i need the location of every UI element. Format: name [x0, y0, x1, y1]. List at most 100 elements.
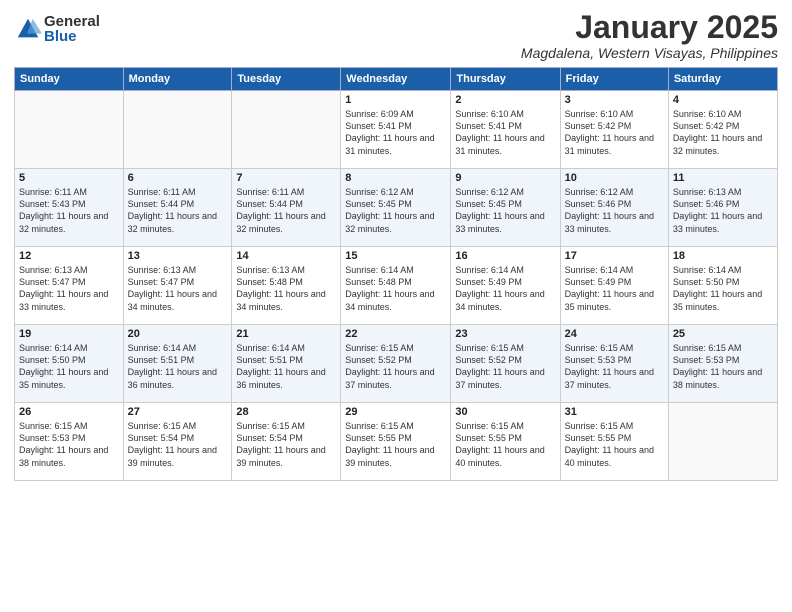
day-info: Sunrise: 6:13 AMSunset: 5:48 PMDaylight:… [236, 264, 336, 313]
day-number: 13 [128, 250, 228, 262]
day-number: 11 [673, 172, 773, 184]
calendar-cell: 15Sunrise: 6:14 AMSunset: 5:48 PMDayligh… [341, 247, 451, 325]
calendar-cell: 29 Sunrise: 6:15 AMSunset: 5:55 PMDayligh… [341, 403, 451, 481]
day-info: Sunrise: 6:14 AMSunset: 5:50 PMDaylight:… [673, 264, 773, 313]
calendar-cell: 31Sunrise: 6:15 AMSunset: 5:55 PMDayligh… [560, 403, 668, 481]
day-info: Sunrise: 6:10 AMSunset: 5:42 PMDaylight:… [673, 108, 773, 157]
calendar-cell: 18 Sunrise: 6:14 AMSunset: 5:50 PMDayligh… [668, 247, 777, 325]
calendar-cell: 16 Sunrise: 6:14 AMSunset: 5:49 PMDayligh… [451, 247, 560, 325]
weekday-header: Saturday [668, 68, 777, 91]
day-info: Sunrise: 6:15 AMSunset: 5:54 PMDaylight:… [236, 420, 336, 469]
day-number: 6 [128, 172, 228, 184]
day-number: 22 [345, 328, 446, 340]
weekday-header: Wednesday [341, 68, 451, 91]
month-title: January 2025 [521, 10, 778, 45]
calendar-cell: 22Sunrise: 6:15 AMSunset: 5:52 PMDayligh… [341, 325, 451, 403]
day-number: 14 [236, 250, 336, 262]
logo-blue: Blue [44, 29, 100, 44]
day-number: 15 [345, 250, 446, 262]
calendar-cell [668, 403, 777, 481]
weekday-header: Monday [123, 68, 232, 91]
day-info: Sunrise: 6:14 AMSunset: 5:51 PMDaylight:… [236, 342, 336, 391]
calendar: SundayMondayTuesdayWednesdayThursdayFrid… [14, 67, 778, 481]
location: Magdalena, Western Visayas, Philippines [521, 45, 778, 61]
calendar-cell [15, 91, 124, 169]
calendar-cell: 21 Sunrise: 6:14 AMSunset: 5:51 PMDayligh… [232, 325, 341, 403]
calendar-cell: 27 Sunrise: 6:15 AMSunset: 5:54 PMDayligh… [123, 403, 232, 481]
day-info: Sunrise: 6:12 AMSunset: 5:46 PMDaylight:… [565, 186, 664, 235]
calendar-cell: 4 Sunrise: 6:10 AMSunset: 5:42 PMDaylight… [668, 91, 777, 169]
day-info: Sunrise: 6:14 AMSunset: 5:49 PMDaylight:… [455, 264, 555, 313]
header: General Blue January 2025 Magdalena, Wes… [14, 10, 778, 61]
calendar-cell: 26 Sunrise: 6:15 AMSunset: 5:53 PMDayligh… [15, 403, 124, 481]
day-number: 28 [236, 406, 336, 418]
day-info: Sunrise: 6:15 AMSunset: 5:52 PMDaylight:… [455, 342, 555, 391]
calendar-cell: 14 Sunrise: 6:13 AMSunset: 5:48 PMDayligh… [232, 247, 341, 325]
day-info: Sunrise: 6:15 AMSunset: 5:55 PMDaylight:… [345, 420, 446, 469]
calendar-cell: 19Sunrise: 6:14 AMSunset: 5:50 PMDayligh… [15, 325, 124, 403]
calendar-week-row: 26 Sunrise: 6:15 AMSunset: 5:53 PMDayligh… [15, 403, 778, 481]
calendar-cell: 10 Sunrise: 6:12 AMSunset: 5:46 PMDayligh… [560, 169, 668, 247]
calendar-cell: 6 Sunrise: 6:11 AMSunset: 5:44 PMDaylight… [123, 169, 232, 247]
calendar-cell: 13 Sunrise: 6:13 AMSunset: 5:47 PMDayligh… [123, 247, 232, 325]
calendar-cell: 1Sunrise: 6:09 AMSunset: 5:41 PMDaylight… [341, 91, 451, 169]
calendar-cell: 24 Sunrise: 6:15 AMSunset: 5:53 PMDayligh… [560, 325, 668, 403]
day-number: 17 [565, 250, 664, 262]
day-number: 26 [19, 406, 119, 418]
day-number: 18 [673, 250, 773, 262]
day-number: 4 [673, 94, 773, 106]
logo-general: General [44, 14, 100, 29]
calendar-cell: 7Sunrise: 6:11 AMSunset: 5:44 PMDaylight… [232, 169, 341, 247]
day-number: 19 [19, 328, 119, 340]
calendar-cell: 3Sunrise: 6:10 AMSunset: 5:42 PMDaylight… [560, 91, 668, 169]
day-info: Sunrise: 6:14 AMSunset: 5:51 PMDaylight:… [128, 342, 228, 391]
day-number: 7 [236, 172, 336, 184]
calendar-week-row: 19Sunrise: 6:14 AMSunset: 5:50 PMDayligh… [15, 325, 778, 403]
day-info: Sunrise: 6:14 AMSunset: 5:49 PMDaylight:… [565, 264, 664, 313]
day-info: Sunrise: 6:13 AMSunset: 5:47 PMDaylight:… [128, 264, 228, 313]
day-number: 2 [455, 94, 555, 106]
day-number: 20 [128, 328, 228, 340]
day-number: 5 [19, 172, 119, 184]
day-number: 31 [565, 406, 664, 418]
day-info: Sunrise: 6:13 AMSunset: 5:46 PMDaylight:… [673, 186, 773, 235]
day-number: 24 [565, 328, 664, 340]
day-number: 21 [236, 328, 336, 340]
day-info: Sunrise: 6:09 AMSunset: 5:41 PMDaylight:… [345, 108, 446, 157]
day-number: 12 [19, 250, 119, 262]
calendar-cell [232, 91, 341, 169]
day-number: 16 [455, 250, 555, 262]
calendar-cell: 23Sunrise: 6:15 AMSunset: 5:52 PMDayligh… [451, 325, 560, 403]
calendar-cell: 20 Sunrise: 6:14 AMSunset: 5:51 PMDayligh… [123, 325, 232, 403]
day-number: 29 [345, 406, 446, 418]
day-number: 25 [673, 328, 773, 340]
day-number: 3 [565, 94, 664, 106]
logo-icon [14, 15, 42, 43]
calendar-cell: 28 Sunrise: 6:15 AMSunset: 5:54 PMDayligh… [232, 403, 341, 481]
weekday-header: Tuesday [232, 68, 341, 91]
day-info: Sunrise: 6:12 AMSunset: 5:45 PMDaylight:… [345, 186, 446, 235]
weekday-header: Sunday [15, 68, 124, 91]
calendar-week-row: 12 Sunrise: 6:13 AMSunset: 5:47 PMDayligh… [15, 247, 778, 325]
calendar-cell: 9Sunrise: 6:12 AMSunset: 5:45 PMDaylight… [451, 169, 560, 247]
calendar-cell: 11 Sunrise: 6:13 AMSunset: 5:46 PMDayligh… [668, 169, 777, 247]
day-info: Sunrise: 6:11 AMSunset: 5:43 PMDaylight:… [19, 186, 119, 235]
calendar-cell: 5 Sunrise: 6:11 AMSunset: 5:43 PMDaylight… [15, 169, 124, 247]
day-info: Sunrise: 6:11 AMSunset: 5:44 PMDaylight:… [128, 186, 228, 235]
day-info: Sunrise: 6:15 AMSunset: 5:53 PMDaylight:… [19, 420, 119, 469]
day-info: Sunrise: 6:15 AMSunset: 5:55 PMDaylight:… [455, 420, 555, 469]
logo-text: General Blue [44, 14, 100, 44]
calendar-week-row: 1Sunrise: 6:09 AMSunset: 5:41 PMDaylight… [15, 91, 778, 169]
day-number: 10 [565, 172, 664, 184]
day-number: 27 [128, 406, 228, 418]
day-info: Sunrise: 6:15 AMSunset: 5:53 PMDaylight:… [565, 342, 664, 391]
day-info: Sunrise: 6:15 AMSunset: 5:54 PMDaylight:… [128, 420, 228, 469]
day-number: 8 [345, 172, 446, 184]
day-number: 30 [455, 406, 555, 418]
calendar-cell: 12 Sunrise: 6:13 AMSunset: 5:47 PMDayligh… [15, 247, 124, 325]
day-info: Sunrise: 6:10 AMSunset: 5:41 PMDaylight:… [455, 108, 555, 157]
day-info: Sunrise: 6:13 AMSunset: 5:47 PMDaylight:… [19, 264, 119, 313]
day-info: Sunrise: 6:15 AMSunset: 5:53 PMDaylight:… [673, 342, 773, 391]
weekday-header: Thursday [451, 68, 560, 91]
calendar-week-row: 5 Sunrise: 6:11 AMSunset: 5:43 PMDaylight… [15, 169, 778, 247]
